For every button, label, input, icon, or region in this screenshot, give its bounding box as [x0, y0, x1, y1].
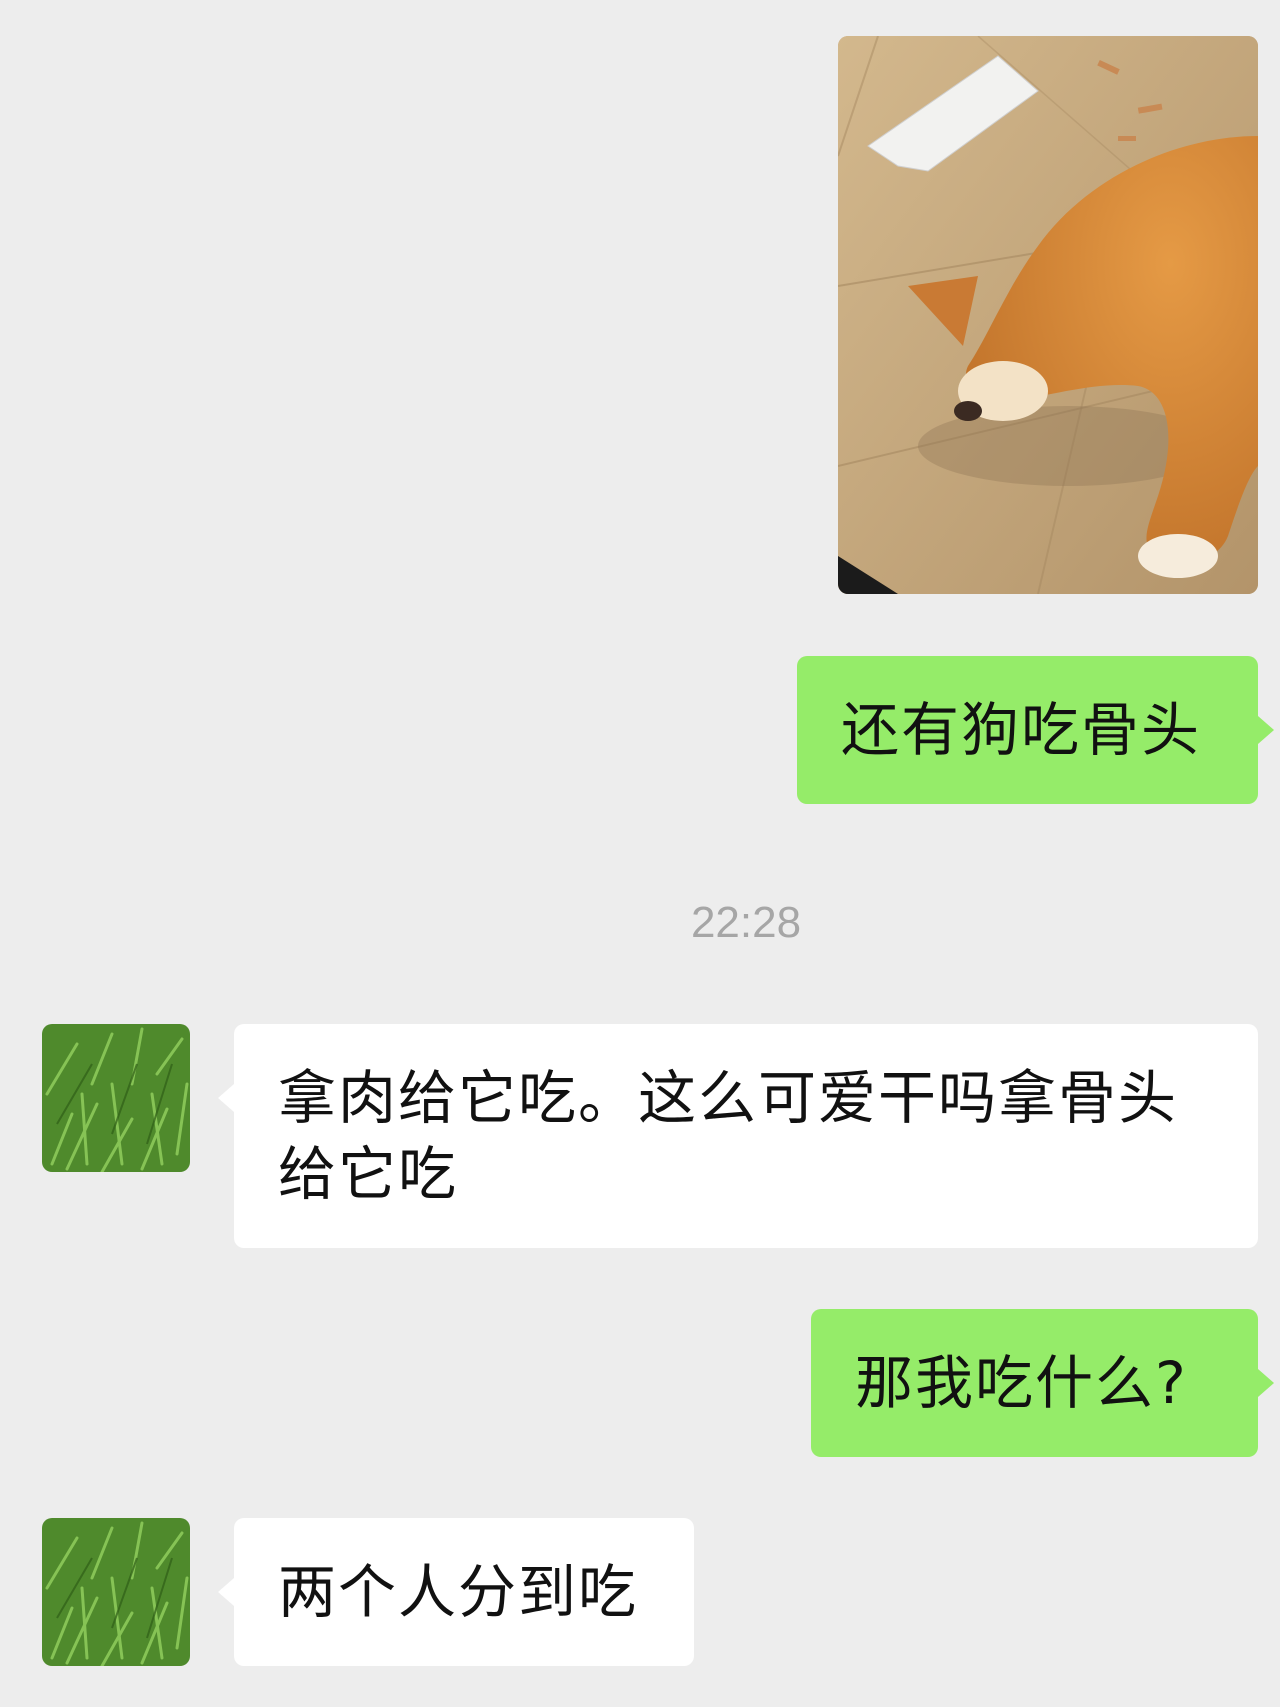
received-message-bubble[interactable]: 两个人分到吃 [234, 1518, 694, 1666]
message-text-line: 拿肉给它吃。这么可爱干吗拿骨头 [278, 1064, 1179, 1132]
bubble-tail [1258, 716, 1274, 744]
grass-avatar-icon [42, 1518, 190, 1666]
contact-avatar[interactable] [42, 1518, 190, 1666]
sent-image-message[interactable] [838, 36, 1258, 594]
bubble-tail [218, 1084, 234, 1112]
bubble-tail [218, 1578, 234, 1606]
grass-avatar-icon [42, 1024, 190, 1172]
contact-avatar[interactable] [42, 1024, 190, 1172]
shiba-dog-photo-icon [838, 36, 1258, 594]
message-text: 两个人分到吃 [278, 1558, 639, 1626]
message-timestamp: 22:28 [690, 898, 802, 947]
message-text: 那我吃什么? [855, 1349, 1188, 1417]
sent-message-bubble[interactable]: 还有狗吃骨头 [797, 656, 1258, 804]
sent-message-bubble[interactable]: 那我吃什么? [811, 1309, 1258, 1457]
message-text-line: 给它吃 [278, 1140, 459, 1208]
received-message-bubble[interactable]: 拿肉给它吃。这么可爱干吗拿骨头 给它吃 [234, 1024, 1258, 1248]
bubble-tail [1258, 1369, 1274, 1397]
message-text: 还有狗吃骨头 [841, 696, 1202, 764]
